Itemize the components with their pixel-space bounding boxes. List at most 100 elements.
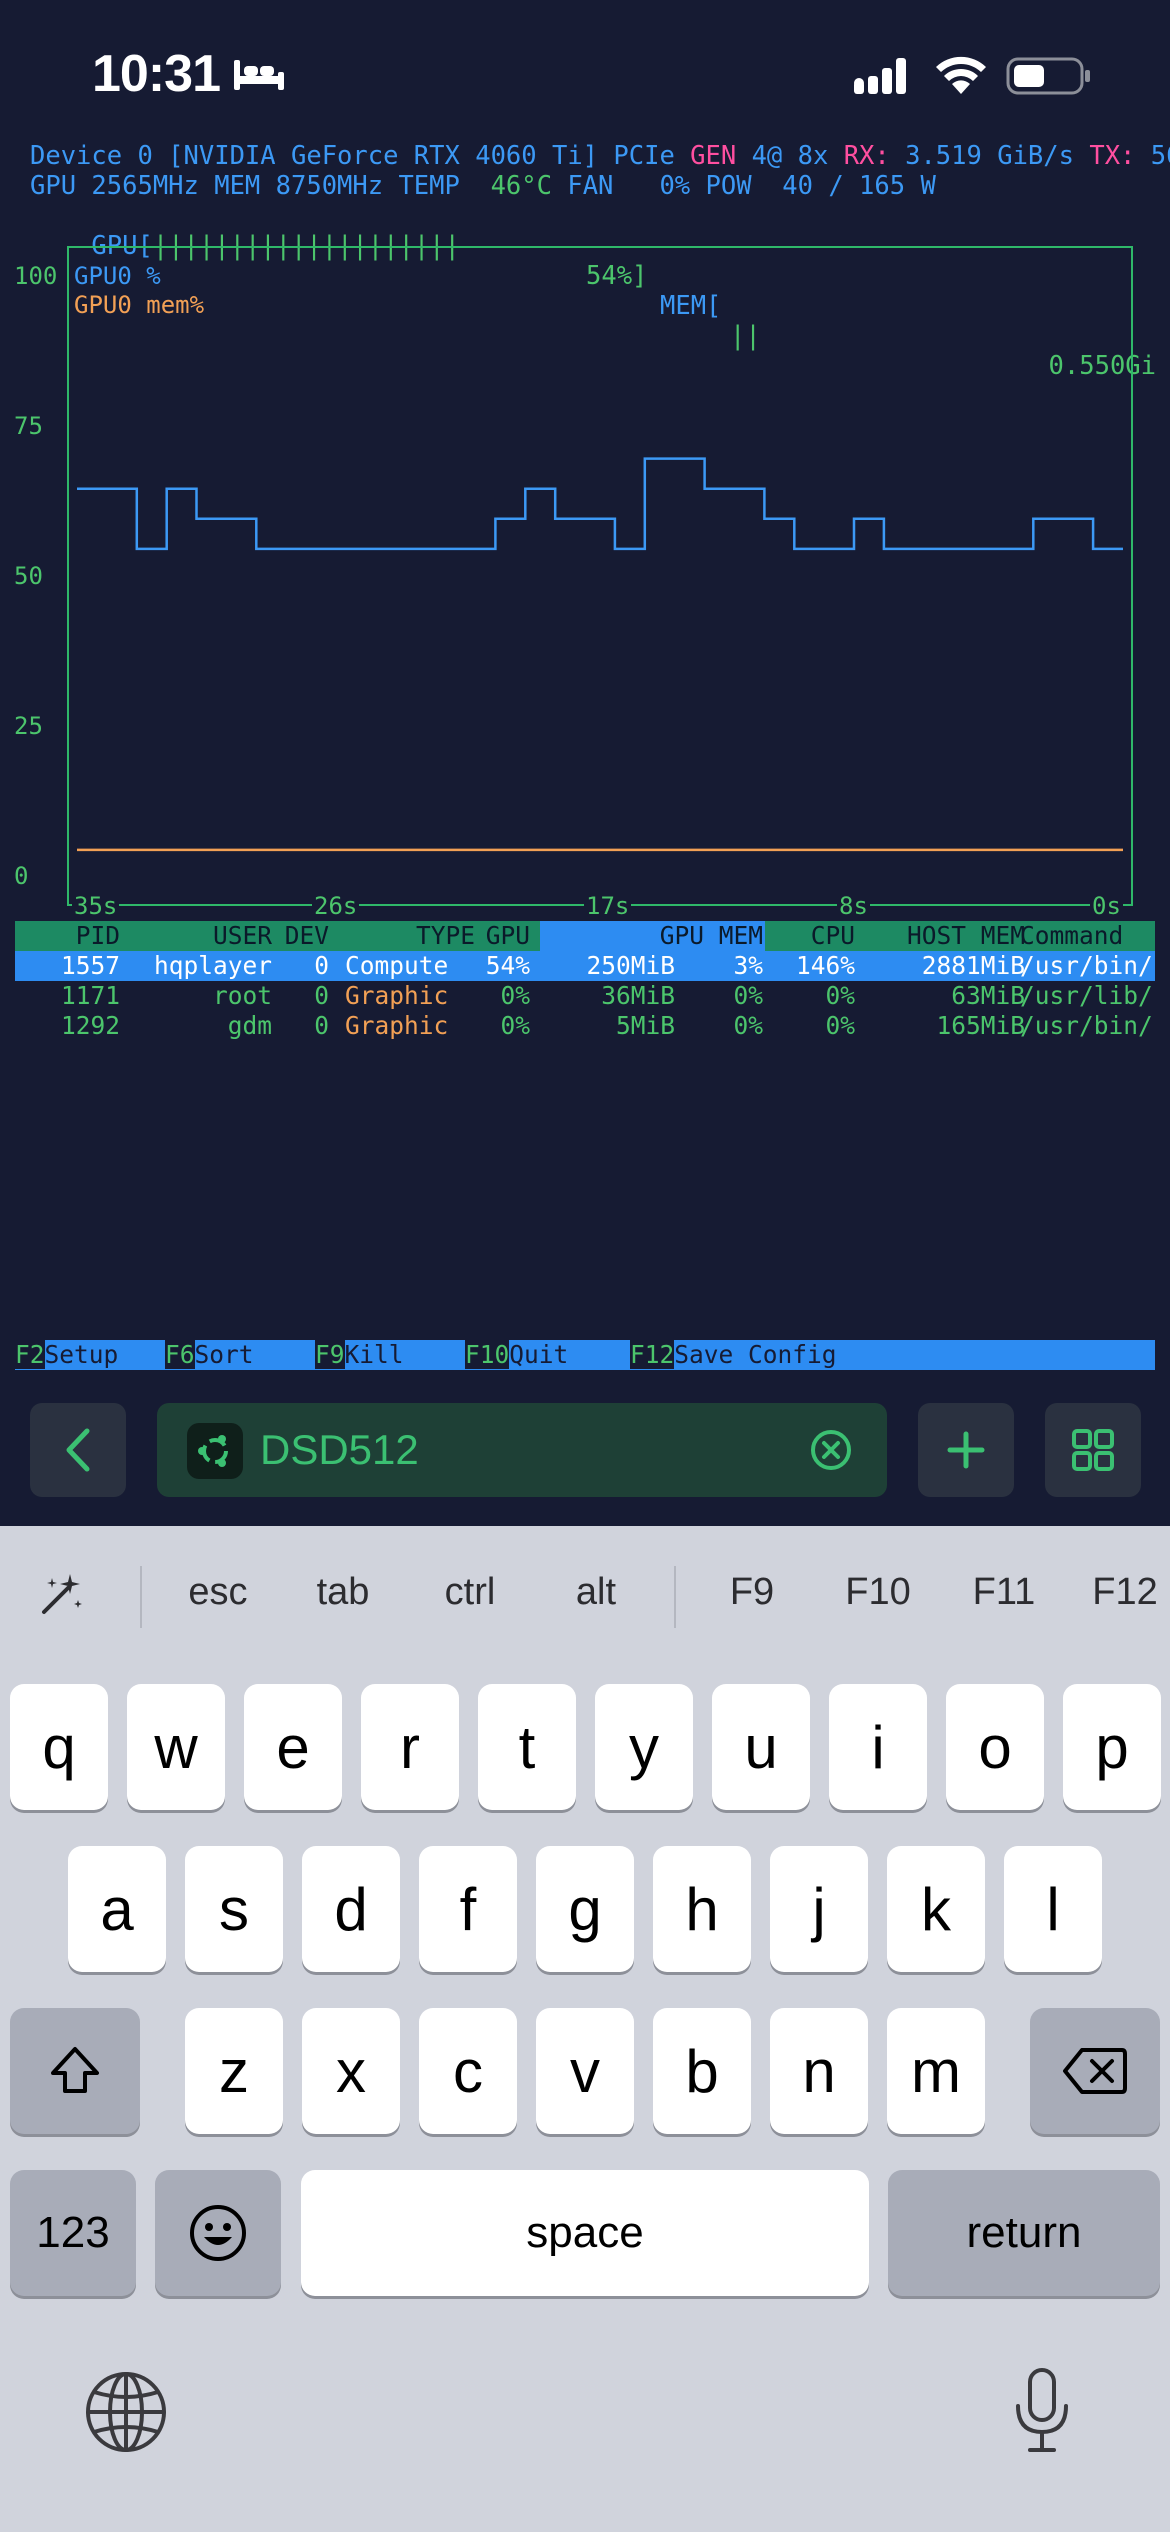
y-tick-label: 25 — [14, 712, 43, 740]
keyboard: esc tab ctrl alt F9 F10 F11 F12 q w e r … — [0, 1526, 1170, 2532]
key-u[interactable]: u — [712, 1684, 810, 1810]
col-cpu[interactable]: CPU — [795, 921, 855, 951]
key-w[interactable]: w — [127, 1684, 225, 1810]
key-k[interactable]: k — [887, 1846, 985, 1972]
key-z[interactable]: z — [185, 2008, 283, 2134]
key-c[interactable]: c — [419, 2008, 517, 2134]
x-tick-label: 35s — [72, 892, 120, 920]
f11-key[interactable]: F11 — [954, 1526, 1054, 1658]
key-t[interactable]: t — [478, 1684, 576, 1810]
plus-icon — [947, 1431, 985, 1469]
key-p[interactable]: p — [1063, 1684, 1161, 1810]
col-command[interactable]: Command — [1020, 921, 1123, 951]
magic-wand-icon[interactable] — [38, 1570, 86, 1618]
y-tick-label: 100 — [14, 262, 58, 290]
numbers-key[interactable]: 123 — [10, 2170, 136, 2296]
gpu-usage-line — [77, 457, 1123, 551]
key-b[interactable]: b — [653, 2008, 751, 2134]
key-a[interactable]: a — [68, 1846, 166, 1972]
key-j[interactable]: j — [770, 1846, 868, 1972]
usage-bars-line: GPU[|||||||||||||||||||| 54%] MEM[ || 0.… — [91, 231, 1156, 381]
f6-sort-key[interactable]: F6Sort — [165, 1340, 315, 1370]
shift-key[interactable] — [10, 2008, 140, 2134]
col-user[interactable]: USER — [125, 921, 272, 951]
globe-icon[interactable] — [84, 2370, 168, 2454]
table-row[interactable]: 1171 root 0 Graphic 0% 36MiB 0% 0% 63MiB… — [15, 981, 1155, 1011]
chevron-left-icon — [66, 1428, 90, 1472]
sessions-grid-button[interactable] — [1045, 1403, 1141, 1497]
status-bar: 10:31 — [0, 0, 1170, 150]
y-tick-label: 50 — [14, 562, 43, 590]
f10-quit-key[interactable]: F10Quit — [465, 1340, 630, 1370]
f12-save-config-key[interactable]: F12Save Config — [630, 1340, 1155, 1370]
x-tick-label: 26s — [312, 892, 360, 920]
cellular-signal-icon — [854, 58, 906, 94]
tab-key[interactable]: tab — [293, 1526, 393, 1658]
key-x[interactable]: x — [302, 2008, 400, 2134]
shift-icon — [51, 2047, 99, 2093]
col-dev[interactable]: DEV — [277, 921, 329, 951]
session-selector[interactable]: DSD512 — [157, 1403, 887, 1497]
esc-key[interactable]: esc — [168, 1526, 268, 1658]
key-h[interactable]: h — [653, 1846, 751, 1972]
col-host-mem[interactable]: HOST MEM — [875, 921, 1025, 951]
emoji-key[interactable] — [155, 2170, 281, 2296]
key-m[interactable]: m — [887, 2008, 985, 2134]
f9-kill-key[interactable]: F9Kill — [315, 1340, 465, 1370]
key-d[interactable]: d — [302, 1846, 400, 1972]
clock: 10:31 — [92, 45, 221, 103]
key-n[interactable]: n — [770, 2008, 868, 2134]
key-v[interactable]: v — [536, 2008, 634, 2134]
col-type[interactable]: TYPE — [335, 921, 475, 951]
back-button[interactable] — [30, 1403, 126, 1497]
wifi-icon — [936, 56, 986, 94]
x-tick-label: 0s — [1090, 892, 1123, 920]
key-o[interactable]: o — [946, 1684, 1044, 1810]
x-axis: 35s 26s 17s 8s 0s — [72, 892, 1132, 922]
legend-gpu-mem: GPU0 mem% — [74, 291, 205, 319]
table-row[interactable]: 1557 hqplayer 0 Compute 54% 250MiB 3% 14… — [15, 951, 1155, 981]
battery-icon — [1006, 57, 1090, 95]
table-row[interactable]: 1292 gdm 0 Graphic 0% 5MiB 0% 0% 165MiB … — [15, 1011, 1155, 1041]
gpu-stats-line: GPU 2565MHz MEM 8750MHz TEMP 46°C FAN 0%… — [30, 171, 936, 201]
ubuntu-icon — [187, 1423, 243, 1479]
key-s[interactable]: s — [185, 1846, 283, 1972]
divider — [140, 1566, 142, 1628]
f12-key[interactable]: F12 — [1080, 1526, 1170, 1658]
alt-key[interactable]: alt — [546, 1526, 646, 1658]
key-q[interactable]: q — [10, 1684, 108, 1810]
x-tick-label: 8s — [837, 892, 870, 920]
device-info-line: Device 0 [NVIDIA GeForce RTX 4060 Ti] PC… — [30, 141, 1170, 171]
emoji-icon — [190, 2205, 246, 2261]
key-f[interactable]: f — [419, 1846, 517, 1972]
col-gpu-mem[interactable]: GPU MEM — [615, 921, 763, 951]
y-tick-label: 75 — [14, 412, 43, 440]
process-table-header: PID USER DEV TYPE GPU GPU MEM CPU HOST M… — [15, 921, 1155, 951]
keyboard-accessory-bar: esc tab ctrl alt F9 F10 F11 F12 — [0, 1526, 1170, 1658]
key-y[interactable]: y — [595, 1684, 693, 1810]
x-tick-label: 17s — [584, 892, 632, 920]
ctrl-key[interactable]: ctrl — [420, 1526, 520, 1658]
microphone-icon[interactable] — [1010, 2366, 1074, 2456]
space-key[interactable]: space — [301, 2170, 869, 2296]
key-e[interactable]: e — [244, 1684, 342, 1810]
add-session-button[interactable] — [918, 1403, 1014, 1497]
key-r[interactable]: r — [361, 1684, 459, 1810]
col-gpu[interactable]: GPU — [480, 921, 530, 951]
gpu-usage-chart — [67, 246, 1133, 906]
delete-icon — [1063, 2048, 1127, 2094]
return-key[interactable]: return — [888, 2170, 1160, 2296]
chart-plot — [77, 457, 1123, 852]
delete-key[interactable] — [1030, 2008, 1160, 2134]
f9-key[interactable]: F9 — [702, 1526, 802, 1658]
bed-icon — [234, 60, 284, 90]
key-i[interactable]: i — [829, 1684, 927, 1810]
function-key-bar: F2Setup F6Sort F9Kill F10Quit F12Save Co… — [15, 1340, 1155, 1370]
clear-circle-icon[interactable] — [809, 1428, 853, 1472]
f2-setup-key[interactable]: F2Setup — [15, 1340, 165, 1370]
divider — [674, 1566, 676, 1628]
key-l[interactable]: l — [1004, 1846, 1102, 1972]
col-pid[interactable]: PID — [15, 921, 120, 951]
key-g[interactable]: g — [536, 1846, 634, 1972]
f10-key[interactable]: F10 — [828, 1526, 928, 1658]
